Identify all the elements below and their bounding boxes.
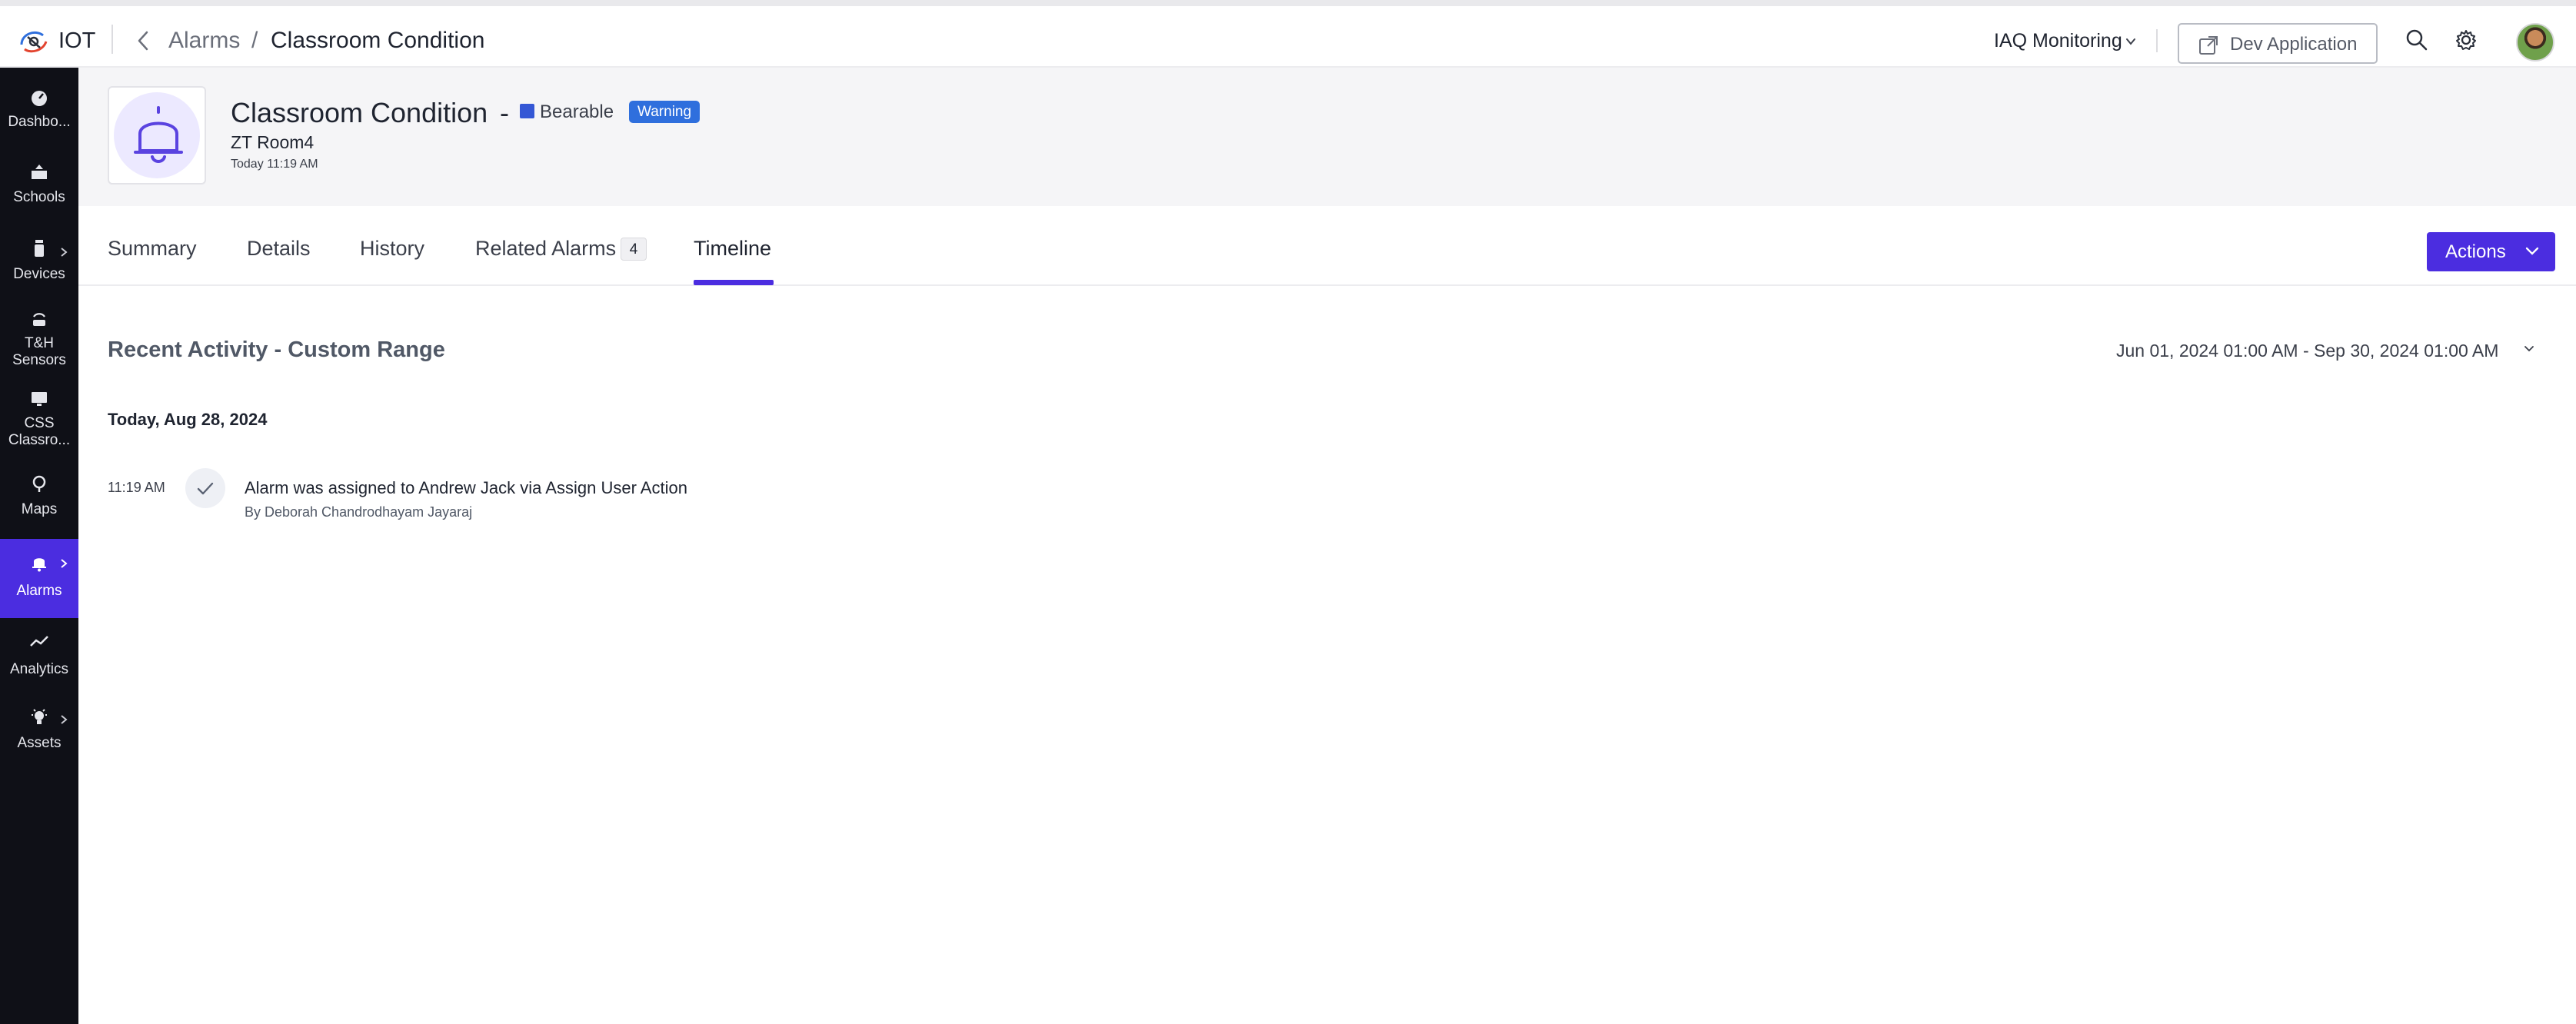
tab-summary[interactable]: Summary: [108, 237, 197, 261]
event-description: Alarm was assigned to Andrew Jack via As…: [245, 478, 687, 497]
workspace-selector[interactable]: IAQ Monitoring: [1994, 30, 2122, 52]
sensor-icon: [33, 313, 45, 326]
top-bar: IOT Alarms / Classroom Condition IAQ Mon…: [0, 0, 2576, 68]
sidebar-item-maps[interactable]: Maps: [0, 467, 78, 544]
sidebar-item-label: Analytics: [9, 661, 69, 677]
sidebar-item-css-classroom[interactable]: CSS Classro...: [0, 386, 78, 467]
bulb-icon: [32, 709, 47, 724]
user-avatar[interactable]: [2516, 23, 2554, 62]
chevron-right-icon: [61, 559, 68, 568]
breadcrumb-current: Classroom Condition: [271, 28, 485, 53]
chevron-right-icon: [61, 715, 68, 724]
device-icon: [35, 240, 44, 257]
sidebar-item-label: Assets: [17, 735, 62, 751]
alarm-room: ZT Room4: [231, 132, 315, 152]
sidebar-item-analytics[interactable]: Analytics: [0, 618, 78, 695]
title-dash: -: [500, 97, 509, 128]
chevron-right-icon: [61, 248, 68, 257]
sidebar-item-schools[interactable]: Schools: [0, 151, 78, 228]
check-icon: [185, 468, 225, 508]
event-author: By Deborah Chandrodhayam Jayaraj: [245, 504, 473, 520]
severity-color-square: [520, 104, 534, 118]
map-pin-icon: [32, 475, 46, 492]
app-name: IOT: [58, 28, 96, 53]
alarm-time: Today 11:19 AM: [231, 158, 318, 171]
breadcrumb-separator: /: [251, 28, 258, 53]
breadcrumb-alarms-link[interactable]: Alarms: [168, 28, 240, 54]
sidebar-item-label: CSS: [24, 415, 55, 431]
sidebar: Dashbo... Schools Devices T&H Sensors CS…: [0, 68, 78, 1024]
sidebar-item-th-sensors[interactable]: T&H Sensors: [0, 304, 78, 386]
tab-related-alarms[interactable]: Related Alarms 4: [475, 237, 647, 261]
divider: [111, 25, 113, 54]
back-arrow-icon[interactable]: [132, 28, 155, 54]
sidebar-item-label: Schools: [13, 189, 65, 205]
monitor-icon: [32, 392, 47, 406]
alarm-title: Classroom Condition: [231, 97, 488, 128]
alarm-avatar: [108, 86, 206, 185]
tab-timeline[interactable]: Timeline: [694, 237, 771, 261]
sidebar-item-dashboard[interactable]: Dashbo...: [0, 74, 78, 151]
timeline-date-heading: Today, Aug 28, 2024: [108, 410, 268, 429]
status-badge: Warning: [629, 101, 701, 123]
tab-bar: [78, 206, 2576, 286]
actions-button[interactable]: Actions: [2427, 232, 2555, 271]
sidebar-item-devices[interactable]: Devices: [0, 228, 78, 304]
sidebar-item-alarms[interactable]: Alarms: [0, 539, 78, 618]
alarm-header: [78, 68, 2576, 206]
sidebar-item-label: Classro...: [8, 432, 71, 448]
sidebar-item-label: Maps: [21, 501, 58, 517]
sidebar-item-label: T&H: [25, 335, 54, 351]
sidebar-item-label: Dashbo...: [8, 114, 71, 130]
date-range-selector[interactable]: Jun 01, 2024 01:00 AM - Sep 30, 2024 01:…: [2116, 341, 2498, 361]
sidebar-item-label: Sensors: [12, 352, 66, 368]
sidebar-item-label: Devices: [13, 266, 65, 282]
bell-icon: [134, 106, 183, 163]
app-logo-icon[interactable]: [17, 25, 51, 55]
sidebar-item-label: Alarms: [16, 583, 62, 599]
analytics-icon: [30, 636, 48, 647]
timeline-heading: Recent Activity - Custom Range: [108, 337, 445, 362]
chevron-down-icon[interactable]: [2125, 35, 2137, 48]
active-tab-indicator: [694, 280, 774, 285]
event-time: 11:19 AM: [108, 480, 165, 495]
dashboard-icon: [32, 91, 47, 106]
related-count-badge: 4: [621, 238, 647, 261]
chevron-down-icon[interactable]: [2524, 344, 2534, 354]
chevron-down-icon: [2525, 247, 2539, 255]
external-link-icon: [2199, 36, 2218, 55]
tab-related-label: Related Alarms: [475, 237, 617, 260]
tab-details[interactable]: Details: [247, 237, 311, 261]
actions-label: Actions: [2445, 241, 2506, 262]
tab-history[interactable]: History: [360, 237, 424, 261]
dev-application-button[interactable]: Dev Application: [2178, 23, 2378, 64]
divider: [2156, 29, 2158, 52]
severity-label: Bearable: [540, 101, 614, 122]
buildings-icon: [32, 165, 47, 179]
search-icon[interactable]: [2405, 28, 2428, 52]
sidebar-item-assets[interactable]: Assets: [0, 695, 78, 772]
dev-application-label: Dev Application: [2230, 34, 2358, 55]
gear-icon[interactable]: [2455, 28, 2478, 52]
bell-icon: [32, 558, 46, 572]
